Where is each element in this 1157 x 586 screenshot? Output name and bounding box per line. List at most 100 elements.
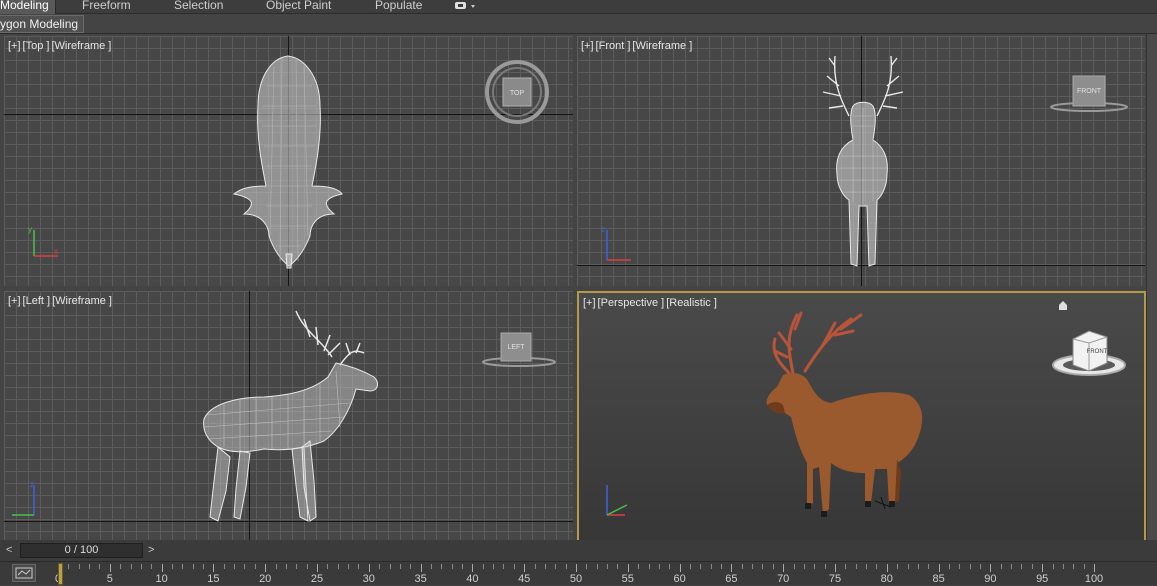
timeline-tick bbox=[886, 564, 888, 572]
tab-populate[interactable]: Populate bbox=[375, 0, 422, 14]
timeline-tick bbox=[513, 564, 515, 569]
timeline-tick bbox=[348, 564, 350, 569]
timeline-tick bbox=[710, 564, 712, 569]
timeline-tick bbox=[1052, 564, 1054, 569]
timeline-tick bbox=[866, 564, 868, 569]
timeline-tick-label: 70 bbox=[777, 573, 790, 585]
timeline-tick bbox=[285, 564, 287, 569]
time-slider-bar: < 0 / 100 > bbox=[0, 540, 1157, 561]
timeline-tick bbox=[78, 564, 80, 569]
timeline-tick-label: 95 bbox=[1036, 573, 1049, 585]
tab-selection[interactable]: Selection bbox=[174, 0, 223, 14]
viewcube-top-label: TOP bbox=[510, 90, 525, 97]
viewport-left[interactable]: [+] [Left ] [Wireframe ] LEFT z bbox=[4, 291, 573, 541]
timeline-tick bbox=[835, 564, 836, 572]
timeline-tick bbox=[399, 564, 401, 569]
timeline-tick bbox=[638, 564, 640, 569]
timeline-playhead[interactable] bbox=[58, 563, 63, 585]
ribbon-options-icon bbox=[455, 2, 475, 9]
timeline-tick bbox=[803, 564, 805, 569]
tab-freeform[interactable]: Freeform bbox=[82, 0, 131, 14]
viewcube-perspective[interactable]: FRONT bbox=[1049, 323, 1133, 393]
timeline-tick bbox=[327, 564, 329, 569]
timeline-tick bbox=[907, 564, 909, 569]
timeline-tick bbox=[762, 564, 764, 569]
polygon-modeling-button[interactable]: ygon Modeling bbox=[0, 15, 85, 33]
timeline-tick bbox=[68, 564, 70, 569]
timeline-tick bbox=[1031, 564, 1033, 569]
timeline-tick-label: 20 bbox=[259, 573, 272, 585]
timeline-tick bbox=[1073, 564, 1075, 569]
timeline-tick bbox=[534, 564, 536, 569]
timeline-tick bbox=[1011, 564, 1013, 569]
timeline-tick bbox=[1021, 564, 1023, 569]
timeline-tick-label: 35 bbox=[414, 573, 427, 585]
timeline-tick bbox=[203, 564, 205, 569]
ribbon-tab-bar: Modeling Freeform Selection Object Paint… bbox=[0, 0, 1157, 14]
timeline-tick bbox=[669, 564, 671, 569]
timeline-tick bbox=[120, 564, 122, 569]
timeline-tick bbox=[959, 564, 961, 569]
timeline-tick bbox=[234, 564, 236, 569]
timeline-tick bbox=[814, 564, 816, 569]
timeline-tick bbox=[524, 564, 526, 572]
timeline-tick bbox=[741, 564, 743, 569]
home-icon[interactable] bbox=[1057, 299, 1069, 311]
time-slider-next[interactable]: > bbox=[148, 544, 154, 556]
axis-tripod-perspective bbox=[606, 485, 628, 516]
timeline-tick bbox=[275, 564, 277, 569]
timeline-tick bbox=[151, 564, 153, 569]
timeline-tick bbox=[793, 564, 795, 569]
timeline-tick bbox=[337, 564, 339, 569]
timeline-tick bbox=[876, 564, 878, 569]
timeline-tick-label: 5 bbox=[106, 573, 113, 585]
ribbon-panel-row: ygon Modeling bbox=[0, 14, 1157, 34]
timeline-tick-label: 80 bbox=[880, 573, 893, 585]
timeline-tick bbox=[1000, 564, 1002, 569]
tab-object-paint[interactable]: Object Paint bbox=[266, 0, 331, 14]
timeline-tick bbox=[969, 564, 971, 569]
viewport-perspective[interactable]: [+] [Perspective ] [Realistic ] FRONT bbox=[577, 291, 1146, 542]
curve-editor-icon bbox=[15, 567, 33, 579]
timeline-tick bbox=[254, 564, 256, 569]
timeline-tick bbox=[482, 564, 484, 569]
time-slider-prev[interactable]: < bbox=[6, 544, 12, 556]
timeline-tick bbox=[679, 564, 681, 572]
time-slider[interactable]: 0 / 100 bbox=[20, 543, 143, 558]
viewcube-left-label: LEFT bbox=[507, 344, 525, 351]
timeline-tick-label: 60 bbox=[673, 573, 686, 585]
svg-text:x: x bbox=[54, 247, 58, 256]
timeline-ruler[interactable]: 0510152025303540455055606570758085909510… bbox=[0, 561, 1157, 585]
svg-text:z: z bbox=[30, 480, 34, 489]
timeline-tick bbox=[99, 564, 101, 569]
timeline-tick-label: 25 bbox=[310, 573, 324, 585]
tab-modeling[interactable]: Modeling bbox=[0, 0, 56, 14]
timeline-tick bbox=[213, 564, 215, 572]
timeline-tick bbox=[990, 564, 992, 572]
viewport-front[interactable]: [+] [Front ] [Wireframe ] FRONT z bbox=[577, 36, 1145, 286]
timeline-tick bbox=[855, 564, 857, 569]
timeline-tick bbox=[596, 564, 598, 569]
timeline-config-button[interactable] bbox=[12, 564, 36, 582]
viewcube-left[interactable]: LEFT bbox=[479, 329, 559, 369]
axis-tripod-left: z bbox=[12, 480, 35, 516]
viewcube-front-label: FRONT bbox=[1077, 88, 1102, 95]
timeline-tick-label: 65 bbox=[725, 573, 738, 585]
timeline-tick bbox=[648, 564, 650, 569]
timeline-tick bbox=[430, 564, 432, 569]
viewcube-front[interactable]: FRONT bbox=[1049, 74, 1129, 114]
timeline-tick bbox=[607, 564, 609, 569]
timeline-tick bbox=[1062, 564, 1064, 569]
viewport-top[interactable]: [+] [Top ] [Wireframe ] TOP y x bbox=[4, 36, 573, 286]
timeline-tick bbox=[368, 564, 370, 572]
timeline-tick-label: 85 bbox=[932, 573, 945, 585]
right-panel-scroll[interactable] bbox=[1146, 34, 1157, 540]
timeline-tick-label: 100 bbox=[1084, 573, 1104, 585]
timeline-tick bbox=[576, 564, 577, 572]
timeline-tick-label: 30 bbox=[362, 573, 375, 585]
viewcube-top[interactable]: TOP bbox=[483, 58, 553, 128]
timeline-tick bbox=[980, 564, 982, 569]
timeline-tick bbox=[161, 564, 163, 572]
timeline-tick-label: 15 bbox=[207, 573, 220, 585]
timeline-tick bbox=[586, 564, 588, 569]
